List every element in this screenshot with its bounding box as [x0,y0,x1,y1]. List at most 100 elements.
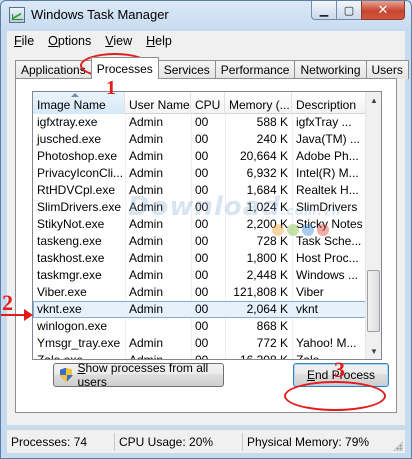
task-manager-icon [9,7,25,23]
cell-cpu: 00 [195,234,209,248]
cell-desc: igfxTray ... [296,115,352,129]
cell-user: Admin [129,251,164,265]
table-row[interactable]: winlogon.exe 00 868 K [33,318,367,335]
cell-cpu: 00 [195,149,209,163]
table-row[interactable]: taskmgr.exe Admin 00 2,448 K Windows ... [33,267,367,284]
menu-help[interactable]: Help [139,34,179,48]
cell-cpu: 00 [195,319,209,333]
minimize-button[interactable]: ▁ [311,1,337,20]
menu-bar: File Options View Help [7,31,405,51]
list-rows: igfxtray.exe Admin 00 588 K igfxTray ... jusc… [33,114,367,360]
cell-desc [292,318,367,335]
menu-file[interactable]: File [7,34,41,48]
cell-cpu: 00 [195,268,209,282]
table-row[interactable]: jusched.exe Admin 00 240 K Java(TM) ... [33,131,367,148]
cell-memory: 2,448 K [246,268,288,282]
menu-view[interactable]: View [98,34,139,48]
cell-image: StikyNot.exe [37,217,105,231]
cell-user: Admin [129,285,164,299]
cell-image: igfxtray.exe [37,115,98,129]
cell-user: Admin [129,149,164,163]
annotation-arrow-icon [1,309,33,321]
uac-shield-icon [60,367,73,383]
column-user-name[interactable]: User Name [125,92,191,114]
table-row[interactable]: Photoshop.exe Admin 00 20,664 K Adobe Ph... [33,148,367,165]
close-button[interactable]: ✕ [361,1,405,20]
column-memory[interactable]: Memory (... [225,92,292,114]
cell-image: PrivacyIconCli... [37,166,124,180]
scrollbar-thumb[interactable] [367,270,380,332]
cell-image: RtHDVCpl.exe [37,183,116,197]
table-row[interactable]: igfxtray.exe Admin 00 588 K igfxTray ... [33,114,367,131]
cell-image: Viber.exe [37,285,87,299]
cell-user [125,318,191,335]
sort-ascending-icon [71,93,79,97]
cell-memory: 6,932 K [246,166,288,180]
cell-cpu: 00 [195,285,209,299]
cell-memory: 20,664 K [239,149,288,163]
cell-cpu: 00 [195,336,209,350]
cell-image: SlimDrivers.exe [37,200,122,214]
cell-desc: Zalo [296,353,320,360]
cell-desc: Windows ... [296,268,359,282]
cell-memory: 121,808 K [233,285,288,299]
cell-desc: vknt [296,302,319,316]
cell-image: Photoshop.exe [37,149,118,163]
cell-cpu: 00 [195,353,209,360]
cell-desc: Yahoo! M... [296,336,357,350]
tab-strip: Applications Processes Services Performa… [15,57,409,79]
window-title: Windows Task Manager [31,7,169,22]
maximize-button[interactable]: ▢ [336,1,362,20]
table-row[interactable]: Zalo.exe Admin 00 16,308 K Zalo [33,352,367,360]
vertical-scrollbar[interactable]: ▲ ▼ [365,92,381,359]
cell-user: Admin [129,268,164,282]
tab-networking[interactable]: Networking [294,60,367,79]
tab-services[interactable]: Services [157,60,216,79]
cell-desc: Host Proc... [296,251,359,265]
title-bar[interactable]: Windows Task Manager ▁ ▢ ✕ [1,1,411,29]
cell-cpu: 00 [195,251,209,265]
cell-memory: 240 K [256,132,288,146]
menu-options[interactable]: Options [41,34,98,48]
scroll-down-icon[interactable]: ▼ [366,343,381,359]
cell-desc: Java(TM) ... [296,132,361,146]
table-row[interactable]: Viber.exe Admin 00 121,808 K Viber [33,284,367,301]
list-header: Image Name User Name CPU Memory (... Des… [33,92,367,114]
status-cpu-usage: CPU Usage: 20% [115,432,243,451]
scroll-up-icon[interactable]: ▲ [366,92,381,108]
watermark: Download.com.vn [128,192,342,222]
client-area: Applications Processes Services Performa… [7,51,409,425]
table-row-selected[interactable]: vknt.exe Admin 00 2,064 K vknt [33,301,367,318]
cell-desc: Viber [296,285,324,299]
cell-memory: 868 K [256,319,288,333]
caption-buttons: ▁ ▢ ✕ [311,1,405,21]
cell-image: vknt.exe [37,302,82,316]
tab-users[interactable]: Users [365,60,409,79]
cell-image: taskmgr.exe [37,268,102,282]
cell-image: taskhost.exe [37,251,105,265]
cell-cpu: 00 [195,302,209,316]
tab-performance[interactable]: Performance [214,60,296,79]
cell-image: taskeng.exe [37,234,102,248]
tab-processes[interactable]: Processes [90,57,159,79]
column-description[interactable]: Description [292,92,367,114]
cell-memory: 16,308 K [239,353,288,360]
table-row[interactable]: taskhost.exe Admin 00 1,800 K Host Proc... [33,250,367,267]
cell-memory: 2,064 K [246,302,288,316]
show-all-processes-button[interactable]: Show processes from all users [53,361,224,389]
cell-desc: Intel(R) M... [296,166,359,180]
cell-memory: 1,800 K [246,251,288,265]
column-cpu[interactable]: CPU [191,92,225,114]
table-row[interactable]: PrivacyIconCli... Admin 00 6,932 K Intel(R) … [33,165,367,182]
annotation-step-1: 1 [106,77,116,99]
cell-user: Admin [129,353,164,360]
annotation-ellipse-end-process [284,381,386,411]
cell-cpu: 00 [195,115,209,129]
table-row[interactable]: Ymsgr_tray.exe Admin 00 772 K Yahoo! M... [33,335,367,352]
cell-user: Admin [129,132,164,146]
cell-image: Zalo.exe [37,353,84,360]
cell-user: Admin [129,166,164,180]
cell-image: jusched.exe [37,132,102,146]
status-physical-memory: Physical Memory: 79% [247,434,370,449]
cell-user: Admin [129,234,164,248]
